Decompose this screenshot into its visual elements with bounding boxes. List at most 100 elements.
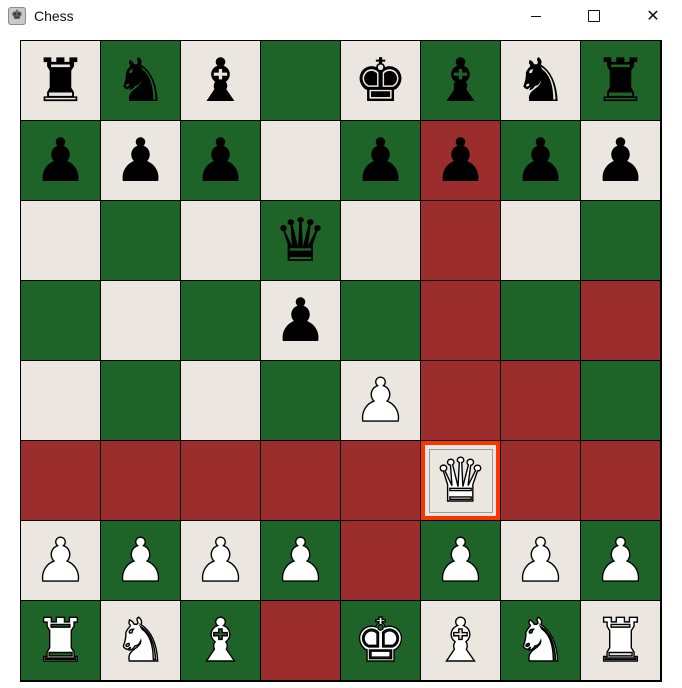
white-pawn-icon[interactable]: ♟: [593, 530, 648, 591]
square-c3[interactable]: [181, 441, 260, 520]
square-c8[interactable]: ♝: [181, 41, 260, 120]
square-c7[interactable]: ♟: [181, 121, 260, 200]
square-a2[interactable]: ♟: [21, 521, 100, 600]
square-f3[interactable]: ♛: [421, 441, 500, 520]
black-pawn-icon[interactable]: ♟: [434, 131, 488, 191]
white-pawn-icon[interactable]: ♟: [113, 530, 168, 591]
square-e2[interactable]: [341, 521, 420, 600]
square-g4[interactable]: [501, 361, 580, 440]
square-b6[interactable]: [101, 201, 180, 280]
square-c5[interactable]: [181, 281, 260, 360]
square-e1[interactable]: ♚: [341, 601, 420, 680]
black-pawn-icon[interactable]: ♟: [514, 131, 568, 191]
square-e6[interactable]: [341, 201, 420, 280]
square-f6[interactable]: [421, 201, 500, 280]
white-bishop-icon[interactable]: ♝: [193, 610, 248, 671]
square-c6[interactable]: [181, 201, 260, 280]
square-d5[interactable]: ♟: [261, 281, 340, 360]
white-pawn-icon[interactable]: ♟: [193, 530, 248, 591]
black-bishop-icon[interactable]: ♝: [434, 51, 488, 111]
square-a3[interactable]: [21, 441, 100, 520]
black-king-icon[interactable]: ♚: [354, 51, 408, 111]
square-g6[interactable]: [501, 201, 580, 280]
square-d6[interactable]: ♛: [261, 201, 340, 280]
white-pawn-icon[interactable]: ♟: [513, 530, 568, 591]
square-e5[interactable]: [341, 281, 420, 360]
square-h7[interactable]: ♟: [581, 121, 660, 200]
square-f7[interactable]: ♟: [421, 121, 500, 200]
square-b4[interactable]: [101, 361, 180, 440]
white-pawn-icon[interactable]: ♟: [33, 530, 88, 591]
square-h5[interactable]: [581, 281, 660, 360]
black-pawn-icon[interactable]: ♟: [274, 291, 328, 351]
square-g2[interactable]: ♟: [501, 521, 580, 600]
white-queen-icon[interactable]: ♛: [433, 450, 488, 511]
white-knight-icon[interactable]: ♞: [113, 610, 168, 671]
square-h8[interactable]: ♜: [581, 41, 660, 120]
square-d8[interactable]: [261, 41, 340, 120]
black-pawn-icon[interactable]: ♟: [354, 131, 408, 191]
square-f5[interactable]: [421, 281, 500, 360]
square-h6[interactable]: [581, 201, 660, 280]
black-bishop-icon[interactable]: ♝: [194, 51, 248, 111]
square-a4[interactable]: [21, 361, 100, 440]
square-d7[interactable]: [261, 121, 340, 200]
black-pawn-icon[interactable]: ♟: [114, 131, 168, 191]
black-pawn-icon[interactable]: ♟: [194, 131, 248, 191]
white-knight-icon[interactable]: ♞: [513, 610, 568, 671]
white-king-icon[interactable]: ♚: [353, 610, 408, 671]
square-f1[interactable]: ♝: [421, 601, 500, 680]
black-queen-icon[interactable]: ♛: [274, 211, 328, 271]
white-pawn-icon[interactable]: ♟: [433, 530, 488, 591]
square-a7[interactable]: ♟: [21, 121, 100, 200]
square-e8[interactable]: ♚: [341, 41, 420, 120]
square-g3[interactable]: [501, 441, 580, 520]
black-rook-icon[interactable]: ♜: [34, 51, 88, 111]
square-c4[interactable]: [181, 361, 260, 440]
close-button[interactable]: ✕: [624, 0, 682, 32]
square-b5[interactable]: [101, 281, 180, 360]
square-h4[interactable]: [581, 361, 660, 440]
square-g5[interactable]: [501, 281, 580, 360]
square-g7[interactable]: ♟: [501, 121, 580, 200]
square-b8[interactable]: ♞: [101, 41, 180, 120]
white-pawn-icon[interactable]: ♟: [273, 530, 328, 591]
selected-piece-frame[interactable]: ♛: [428, 448, 493, 513]
white-pawn-icon[interactable]: ♟: [353, 370, 408, 431]
black-rook-icon[interactable]: ♜: [594, 51, 648, 111]
square-g8[interactable]: ♞: [501, 41, 580, 120]
square-b7[interactable]: ♟: [101, 121, 180, 200]
square-d3[interactable]: [261, 441, 340, 520]
square-h2[interactable]: ♟: [581, 521, 660, 600]
black-knight-icon[interactable]: ♞: [514, 51, 568, 111]
square-e7[interactable]: ♟: [341, 121, 420, 200]
square-f2[interactable]: ♟: [421, 521, 500, 600]
square-a5[interactable]: [21, 281, 100, 360]
square-d2[interactable]: ♟: [261, 521, 340, 600]
black-pawn-icon[interactable]: ♟: [34, 131, 88, 191]
square-e3[interactable]: [341, 441, 420, 520]
square-b2[interactable]: ♟: [101, 521, 180, 600]
square-a6[interactable]: [21, 201, 100, 280]
square-a1[interactable]: ♜: [21, 601, 100, 680]
square-e4[interactable]: ♟: [341, 361, 420, 440]
minimize-button[interactable]: [507, 0, 565, 32]
square-f4[interactable]: [421, 361, 500, 440]
black-pawn-icon[interactable]: ♟: [594, 131, 648, 191]
square-g1[interactable]: ♞: [501, 601, 580, 680]
white-rook-icon[interactable]: ♜: [33, 610, 88, 671]
white-bishop-icon[interactable]: ♝: [433, 610, 488, 671]
square-c2[interactable]: ♟: [181, 521, 260, 600]
square-h3[interactable]: [581, 441, 660, 520]
square-f8[interactable]: ♝: [421, 41, 500, 120]
square-d4[interactable]: [261, 361, 340, 440]
square-b3[interactable]: [101, 441, 180, 520]
square-a8[interactable]: ♜: [21, 41, 100, 120]
white-rook-icon[interactable]: ♜: [593, 610, 648, 671]
square-h1[interactable]: ♜: [581, 601, 660, 680]
maximize-button[interactable]: [565, 0, 623, 32]
square-d1[interactable]: [261, 601, 340, 680]
black-knight-icon[interactable]: ♞: [114, 51, 168, 111]
square-c1[interactable]: ♝: [181, 601, 260, 680]
square-b1[interactable]: ♞: [101, 601, 180, 680]
